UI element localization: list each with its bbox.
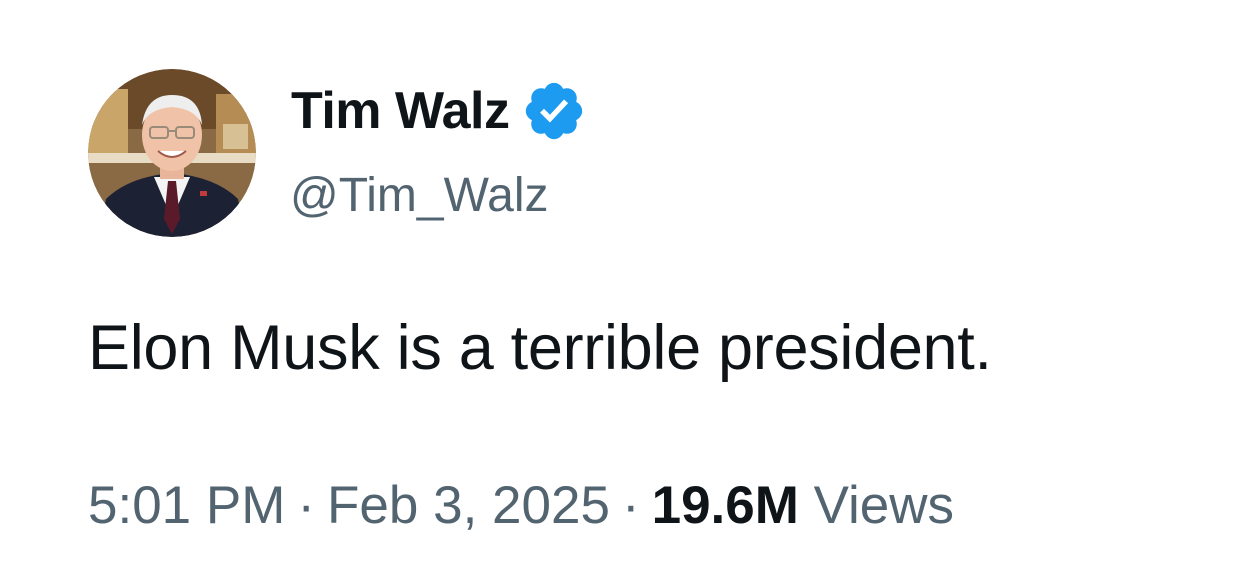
meta-separator: ·	[297, 476, 316, 535]
views-count[interactable]: 19.6M	[652, 476, 799, 535]
author-display-name[interactable]: Tim Walz	[291, 80, 510, 142]
tweet-card: Tim Walz @Tim_Walz Elon Musk is a terrib…	[0, 0, 1242, 586]
tweet-text: Elon Musk is a terrible president.	[88, 313, 992, 383]
author-handle[interactable]: @Tim_Walz	[290, 167, 549, 225]
avatar-photo-icon	[88, 69, 256, 237]
verified-badge-icon	[526, 82, 583, 140]
tweet-meta: 5:01 PM · Feb 3, 2025 · 19.6M Views	[88, 474, 954, 538]
views-label: Views	[813, 476, 955, 535]
tweet-time[interactable]: 5:01 PM	[88, 476, 285, 535]
tweet-date[interactable]: Feb 3, 2025	[327, 476, 610, 535]
author-name-row: Tim Walz	[291, 80, 587, 142]
author-avatar[interactable]	[88, 69, 256, 237]
meta-separator: ·	[621, 476, 640, 535]
